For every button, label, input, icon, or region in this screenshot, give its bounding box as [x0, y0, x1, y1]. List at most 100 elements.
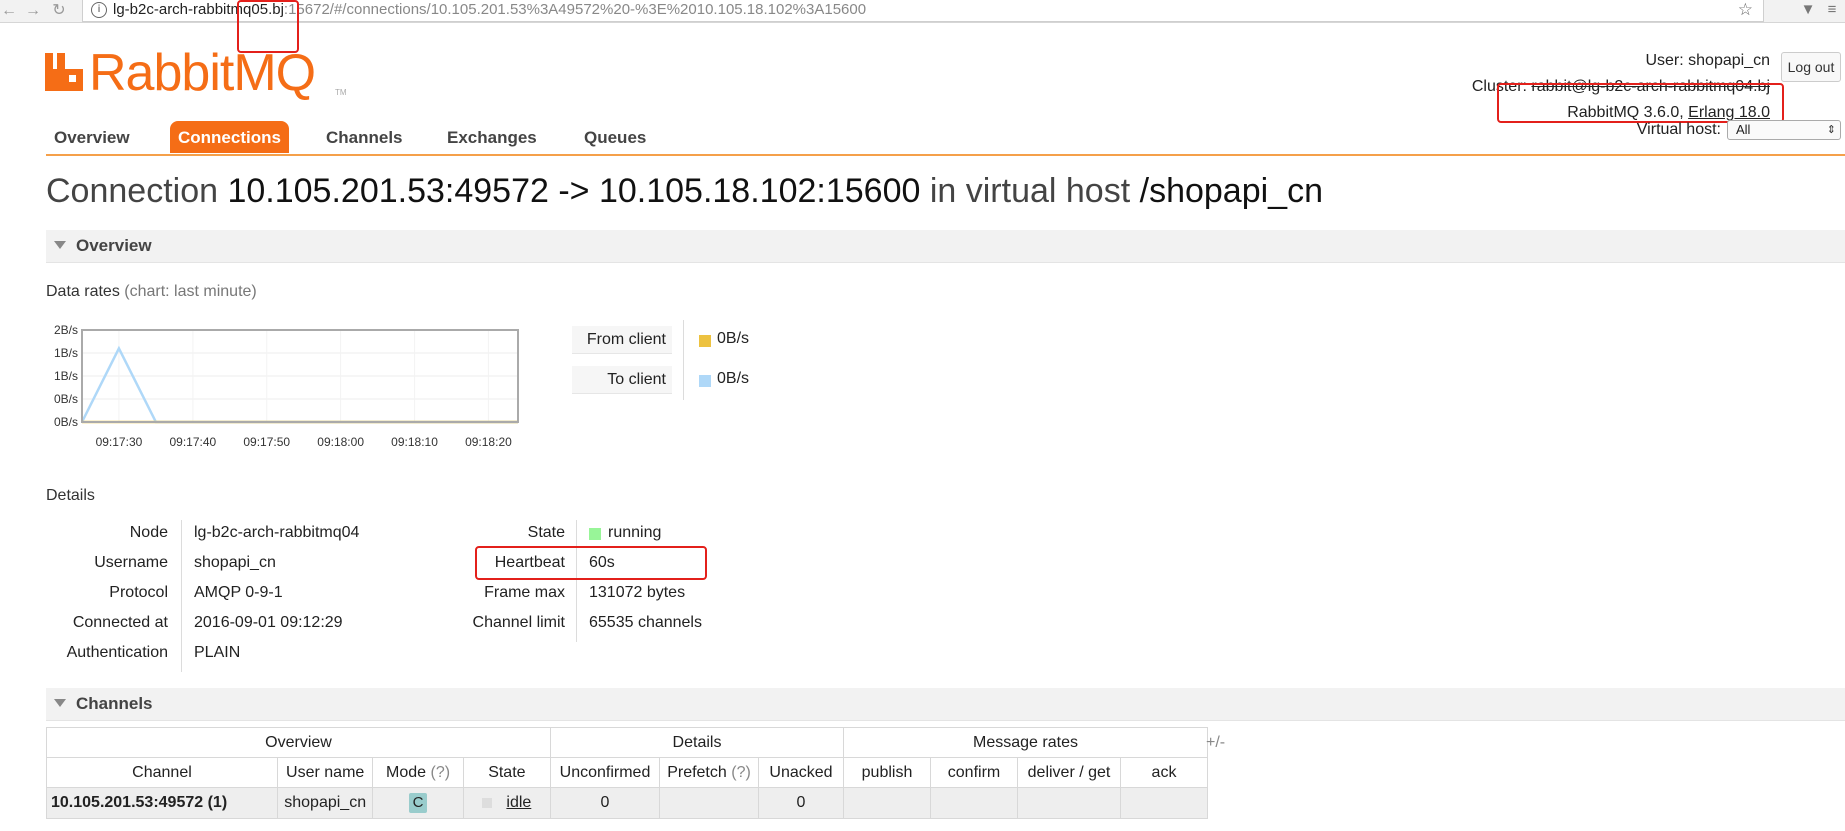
group-message-rates: Message rates: [843, 727, 1208, 758]
prefetch-help-link[interactable]: (?): [731, 764, 751, 781]
tab-channels[interactable]: Channels: [318, 121, 411, 153]
bookmark-star-icon[interactable]: ☆: [1738, 0, 1753, 20]
y-tick-label: 0B/s: [54, 415, 78, 429]
legend-from-client-value: 0B/s: [717, 330, 750, 347]
channel-name-link[interactable]: 10.105.201.53:49572 (1): [46, 787, 278, 819]
tab-overview[interactable]: Overview: [46, 121, 138, 153]
col-unconfirmed[interactable]: Unconfirmed: [550, 757, 660, 788]
connection-name: 10.105.201.53:49572 -> 10.105.18.102:156…: [227, 172, 921, 210]
data-rates-title: Data rates: [46, 283, 120, 300]
channel-prefetch: [659, 787, 759, 819]
detail-key-node: Node: [129, 524, 168, 541]
rabbitmq-logo-icon: [45, 53, 83, 91]
detail-connected-at: 2016-09-01 09:12:29: [194, 614, 343, 631]
cluster-name: rabbit@lg-b2c-arch-rabbitmq04.bj: [1531, 78, 1770, 95]
detail-state: running: [608, 524, 662, 541]
x-tick-label: 09:17:50: [243, 435, 290, 449]
y-tick-label: 1B/s: [54, 346, 78, 360]
channels-table: Overview Details Message rates Channel U…: [46, 727, 1208, 819]
detail-node: lg-b2c-arch-rabbitmq04: [194, 524, 360, 541]
y-tick-label: 2B/s: [54, 323, 78, 337]
user-info: User: shopapi_cn Cluster: rabbit@lg-b2c-…: [1472, 48, 1770, 126]
vhost-select[interactable]: All ⇕: [1727, 120, 1841, 140]
back-arrow-icon[interactable]: ←: [0, 2, 18, 20]
column-toggle-link[interactable]: +/-: [1206, 734, 1225, 752]
col-publish[interactable]: publish: [843, 757, 931, 788]
col-unacked[interactable]: Unacked: [758, 757, 844, 788]
group-overview: Overview: [46, 727, 551, 758]
logo-trademark: TM: [335, 88, 347, 97]
channel-state-cell: idle: [462, 787, 552, 819]
user-line: User: shopapi_cn: [1472, 48, 1770, 74]
overview-section-header[interactable]: Overview: [46, 230, 1845, 263]
channel-confirm-rate: [930, 787, 1018, 819]
detail-channel-limit: 65535 channels: [589, 614, 702, 631]
tab-queues[interactable]: Queues: [576, 121, 654, 153]
detail-key-username: Username: [94, 554, 168, 571]
details-left-divider: [181, 520, 182, 672]
data-rates-chart: 2B/s 1B/s 1B/s 0B/s 0B/s 09:17:30 09:17:40 09:…: [54, 323, 519, 449]
menu-icon[interactable]: ≡: [1824, 2, 1840, 18]
data-rates-heading: Data rates (chart: last minute): [46, 283, 257, 301]
legend-from-client-label: From client: [572, 326, 672, 354]
group-details: Details: [550, 727, 844, 758]
tab-exchanges[interactable]: Exchanges: [439, 121, 545, 153]
y-tick-label: 1B/s: [54, 369, 78, 383]
browser-toolbar: ← → ↻ i lg-b2c-arch-rabbitmq05.bj:15672/…: [0, 0, 1845, 23]
detail-heartbeat: 60s: [589, 554, 615, 571]
legend-to-client-swatch: [699, 375, 711, 387]
channel-unacked: 0: [758, 787, 844, 819]
forward-arrow-icon[interactable]: →: [24, 2, 42, 20]
col-confirm[interactable]: confirm: [930, 757, 1018, 788]
reload-icon[interactable]: ↻: [50, 2, 68, 20]
user-label: User:: [1645, 52, 1684, 69]
details-right-divider: [576, 520, 577, 642]
url-text[interactable]: lg-b2c-arch-rabbitmq05.bj:15672/#/connec…: [113, 1, 866, 18]
vhost-label: Virtual host:: [1636, 121, 1721, 139]
x-tick-label: 09:17:40: [169, 435, 216, 449]
channel-unconfirmed: 0: [550, 787, 660, 819]
col-mode-label[interactable]: Mode: [386, 764, 426, 781]
legend-divider: [683, 320, 684, 400]
address-bar[interactable]: i lg-b2c-arch-rabbitmq05.bj:15672/#/conn…: [82, 0, 1764, 22]
erlang-version-link[interactable]: Erlang 18.0: [1688, 104, 1770, 121]
logout-button[interactable]: Log out: [1781, 52, 1841, 82]
channel-state[interactable]: idle: [506, 794, 531, 811]
col-prefetch-label[interactable]: Prefetch: [667, 764, 727, 781]
vhost-selected-value: All: [1736, 122, 1751, 137]
col-state[interactable]: State: [462, 757, 552, 788]
info-icon[interactable]: i: [91, 2, 107, 18]
detail-key-state: State: [527, 524, 565, 541]
detail-protocol: AMQP 0-9-1: [194, 584, 283, 601]
col-deliver-get[interactable]: deliver / get: [1017, 757, 1121, 788]
channel-mode-cell: C: [372, 787, 464, 819]
channel-mode-badge[interactable]: C: [409, 793, 428, 813]
channel-ack-rate: [1120, 787, 1208, 819]
x-tick-label: 09:18:20: [465, 435, 512, 449]
table-column-header-row: Channel User name Mode (?) State Unconfi…: [46, 757, 1208, 788]
pocket-extension-icon[interactable]: ▼: [1800, 2, 1816, 18]
title-prefix: Connection: [46, 172, 219, 210]
col-channel[interactable]: Channel: [46, 757, 278, 788]
detail-key-heartbeat: Heartbeat: [494, 554, 565, 571]
detail-username: shopapi_cn: [194, 554, 276, 571]
state-running-swatch: [589, 528, 601, 540]
col-ack[interactable]: ack: [1120, 757, 1208, 788]
col-user-name[interactable]: User name: [276, 757, 374, 788]
series-line-to-client: [80, 345, 518, 424]
legend-from-client-swatch: [699, 335, 711, 347]
channels-section-header[interactable]: Channels: [46, 688, 1845, 721]
rabbitmq-version: RabbitMQ 3.6.0,: [1567, 104, 1684, 121]
tab-underline: [46, 154, 1845, 156]
detail-key-protocol: Protocol: [109, 584, 168, 601]
detail-key-frame-max: Frame max: [484, 584, 565, 601]
title-mid: in virtual host: [929, 172, 1131, 210]
select-arrows-icon: ⇕: [1826, 124, 1836, 136]
tab-connections[interactable]: Connections: [170, 121, 289, 153]
overview-section-label: Overview: [76, 236, 152, 255]
mode-help-link[interactable]: (?): [431, 764, 451, 781]
cluster-label: Cluster:: [1471, 78, 1527, 95]
x-tick-label: 09:18:00: [317, 435, 364, 449]
details-heading: Details: [46, 487, 95, 504]
data-rates-chart-range[interactable]: (chart: last minute): [124, 283, 256, 300]
